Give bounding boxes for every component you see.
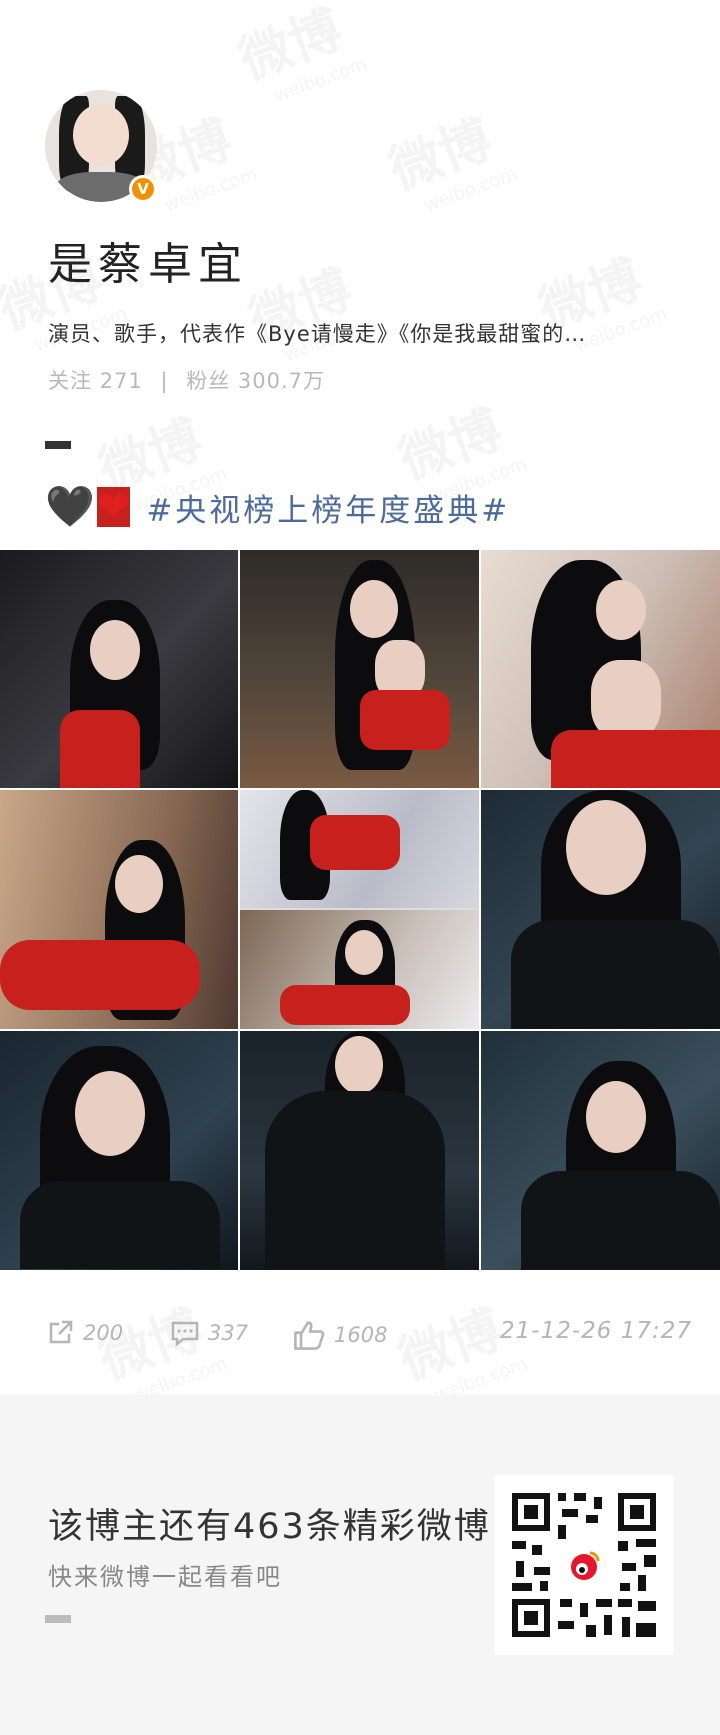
profile-name[interactable]: 是蔡卓宜 bbox=[48, 228, 248, 292]
photo-thumbnail[interactable] bbox=[0, 1031, 238, 1270]
red-heart-icon: ❤ bbox=[96, 484, 131, 530]
repost-button[interactable]: 200 bbox=[45, 1318, 123, 1348]
photo-grid bbox=[0, 550, 720, 1270]
repost-icon bbox=[49, 1320, 73, 1344]
promo-subtitle: 快来微博一起看看吧 bbox=[48, 1563, 282, 1591]
fans-label: 粉丝 bbox=[186, 369, 231, 393]
post-timestamp: 21-12-26 17:27 bbox=[500, 1318, 692, 1344]
watermark: 微博weibo.com bbox=[237, 243, 380, 373]
comment-button[interactable]: 337 bbox=[170, 1318, 248, 1348]
like-count: 1608 bbox=[334, 1323, 388, 1347]
watermark: 微博weibo.com bbox=[377, 93, 520, 223]
like-icon bbox=[294, 1321, 325, 1350]
footer-promo: 该博主还有463条精彩微博 快来微博一起看看吧 bbox=[0, 1395, 720, 1735]
stats-divider: | bbox=[160, 369, 169, 393]
post-text: 🖤 ❤ #央视榜上榜年度盛典# bbox=[45, 482, 510, 532]
photo-thumbnail[interactable] bbox=[240, 1031, 479, 1270]
footer-divider bbox=[45, 1615, 71, 1623]
fans-count: 300.7万 bbox=[237, 369, 326, 393]
verified-icon: V bbox=[129, 175, 157, 203]
photo-thumbnail[interactable] bbox=[481, 790, 720, 1029]
photo-thumbnail[interactable] bbox=[481, 1031, 720, 1270]
comment-icon bbox=[171, 1321, 199, 1347]
watermark: 微博weibo.com bbox=[227, 0, 370, 113]
photo-thumbnail[interactable] bbox=[0, 790, 238, 1029]
photo-thumbnail[interactable] bbox=[0, 550, 238, 788]
profile-bio: 演员、歌手，代表作《Bye请慢走》《你是我最甜蜜的… bbox=[48, 322, 587, 346]
photo-thumbnail[interactable] bbox=[240, 550, 479, 788]
following-label: 关注 bbox=[48, 369, 92, 393]
following-count: 271 bbox=[99, 369, 143, 393]
repost-count: 200 bbox=[83, 1321, 124, 1345]
qr-code-icon[interactable] bbox=[494, 1475, 674, 1655]
like-button[interactable]: 1608 bbox=[292, 1318, 387, 1352]
section-divider bbox=[45, 441, 71, 449]
profile-stats: 关注 271 | 粉丝 300.7万 bbox=[48, 365, 325, 395]
promo-title: 该博主还有463条精彩微博 bbox=[48, 1507, 491, 1547]
topic-link[interactable]: #央视榜上榜年度盛典# bbox=[146, 485, 510, 530]
action-bar: 200 337 1608 21-12-26 17:27 bbox=[0, 1298, 720, 1368]
black-heart-icon: 🖤 bbox=[45, 484, 95, 530]
comment-count: 337 bbox=[208, 1321, 249, 1345]
qr-code-graphic bbox=[494, 1475, 674, 1655]
photo-thumbnail[interactable] bbox=[240, 790, 479, 1029]
photo-thumbnail[interactable] bbox=[481, 550, 720, 788]
